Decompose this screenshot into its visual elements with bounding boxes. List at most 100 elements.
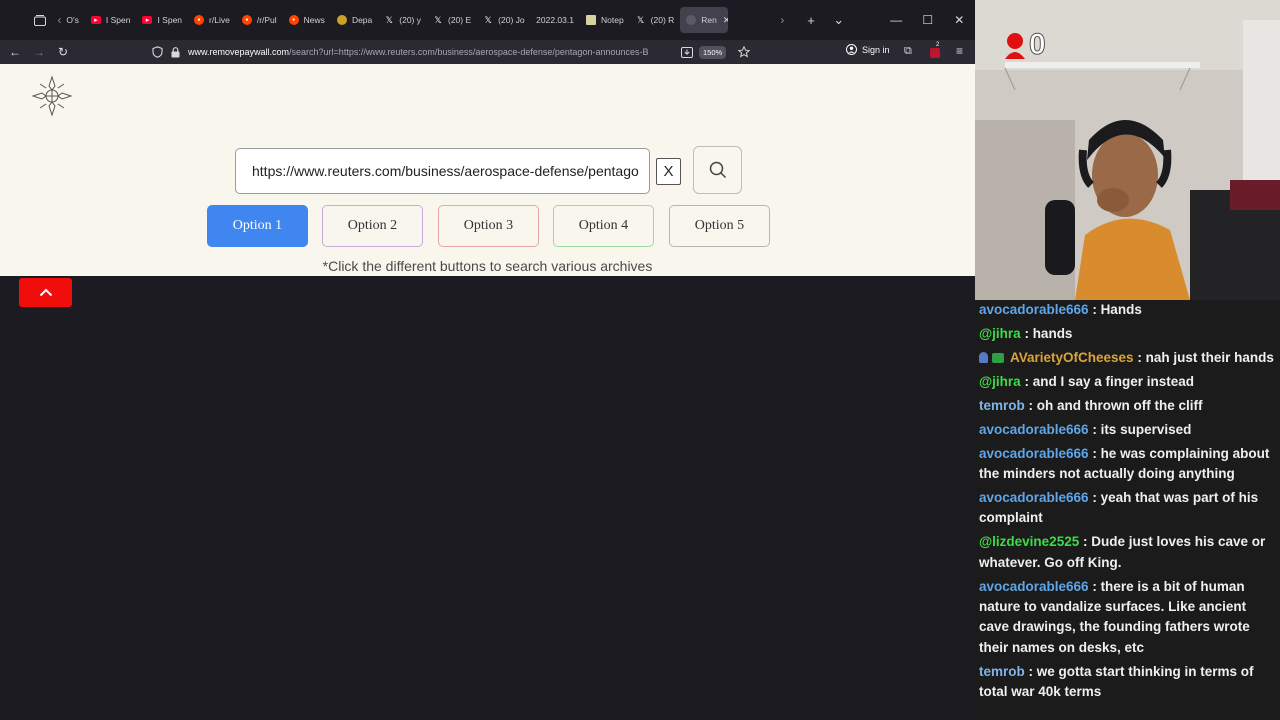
- tab-label: Ren: [701, 15, 717, 25]
- chat-username[interactable]: temrob: [979, 398, 1025, 413]
- chat-username[interactable]: AVarietyOfCheeses: [1010, 350, 1134, 365]
- url-bar[interactable]: www.removepaywall.com/search?url=https:/…: [152, 40, 772, 64]
- browser-tab[interactable]: 𝕏 (20) Jo: [477, 7, 530, 33]
- minimize-icon[interactable]: —: [880, 13, 912, 27]
- tab-label: News: [303, 15, 325, 25]
- zoom-level[interactable]: 150%: [699, 45, 727, 59]
- tab-list-chevron-icon[interactable]: ⌄: [825, 12, 853, 28]
- tab-label: (20) Jo: [498, 15, 525, 25]
- chat-text: nah just their hands: [1145, 349, 1274, 365]
- menu-icon[interactable]: ≡: [956, 44, 963, 58]
- chat-separator: :: [1020, 325, 1033, 341]
- browser-tab[interactable]: ● r/Live: [188, 7, 236, 33]
- chat-username[interactable]: avocadorable666: [979, 579, 1089, 594]
- chat-message: temrob : we gotta start thinking in term…: [977, 662, 1278, 706]
- chat-text: Hands: [1100, 302, 1142, 317]
- close-window-icon[interactable]: ✕: [943, 13, 975, 27]
- globe-icon: [686, 15, 697, 25]
- browser-tab[interactable]: ▸ I Spen: [136, 7, 188, 33]
- bookmark-star-icon[interactable]: [738, 46, 751, 58]
- reload-icon[interactable]: ↻: [51, 45, 75, 59]
- clear-button[interactable]: X: [656, 158, 681, 185]
- tab-label: 2022.03.1: [536, 15, 574, 25]
- chat-text: and I say a finger instead: [1032, 373, 1194, 389]
- browser-tab[interactable]: Ren ✕: [680, 7, 729, 33]
- new-tab-icon[interactable]: +: [797, 13, 825, 28]
- reddit-icon: ●: [241, 15, 252, 25]
- browser-tab[interactable]: 𝕏 (20) E: [427, 7, 477, 33]
- chat-username[interactable]: @jihra: [979, 326, 1021, 341]
- tab-label: r/Live: [209, 15, 230, 25]
- option-2-button[interactable]: Option 2: [322, 205, 423, 247]
- search-input[interactable]: [252, 163, 639, 179]
- browser-tab[interactable]: ▸ I Spen: [85, 7, 137, 33]
- tab-scroll-left-icon[interactable]: ‹: [53, 13, 67, 27]
- chat-message: avocadorable666 : its supervised: [977, 420, 1278, 444]
- close-tab-icon[interactable]: ✕: [723, 15, 728, 26]
- chat-separator: :: [1088, 490, 1101, 506]
- sign-in-label: Sign in: [862, 44, 890, 55]
- browser-tab[interactable]: ● News: [283, 7, 331, 33]
- chat-message: @jihra : and I say a finger instead: [977, 372, 1278, 396]
- back-icon[interactable]: ←: [3, 45, 27, 59]
- x-icon: 𝕏: [385, 14, 393, 25]
- chat-message: temrob : oh and thrown off the cliff: [977, 396, 1278, 420]
- browser-tab[interactable]: 2022.03.1: [530, 7, 580, 33]
- chat-message: @jihra : hands: [977, 324, 1278, 348]
- option-3-button[interactable]: Option 3: [438, 205, 539, 247]
- url-text[interactable]: www.removepaywall.com/search?url=https:/…: [188, 47, 673, 57]
- addon-icon[interactable]: 2: [930, 42, 942, 58]
- chat-text: hands: [1032, 325, 1073, 341]
- note-icon: [585, 15, 596, 25]
- chat-separator: :: [1024, 663, 1037, 679]
- tab-strip: O's ▸ I Spen ▸ I Spen ● r/Live ● /r/Pul ● News Depa…: [66, 7, 775, 33]
- tab-label: Notep: [600, 15, 624, 25]
- tab-bar: ‹ O's ▸ I Spen ▸ I Spen ● r/Live ● /r/Pul ● News De…: [0, 0, 975, 40]
- browser-tab[interactable]: Depa: [331, 7, 378, 33]
- scroll-to-top-button[interactable]: [19, 278, 72, 307]
- chat-panel: avocadorable666 : Hands @jihra : hands AVa…: [975, 300, 1280, 720]
- browser-tab[interactable]: 𝕏 (20) R: [630, 7, 681, 33]
- tab-scroll-right-icon[interactable]: ›: [776, 13, 790, 27]
- save-page-icon[interactable]: [681, 46, 693, 58]
- chat-text: its supervised: [1100, 421, 1192, 437]
- youtube-icon: ▸: [90, 16, 101, 24]
- search-field[interactable]: [235, 148, 650, 194]
- chat-username[interactable]: avocadorable666: [979, 302, 1089, 317]
- chat-username[interactable]: avocadorable666: [979, 446, 1089, 461]
- browser-tab[interactable]: O's: [66, 7, 84, 33]
- chat-username[interactable]: @jihra: [979, 374, 1021, 389]
- chat-message: avocadorable666 : yeah that was part of …: [977, 488, 1278, 532]
- option-1-button[interactable]: Option 1: [207, 205, 308, 247]
- forward-icon[interactable]: →: [27, 45, 51, 59]
- tab-label: Depa: [351, 15, 373, 25]
- search-button[interactable]: [693, 146, 742, 194]
- browser-tab[interactable]: ● /r/Pul: [236, 7, 283, 33]
- chat-username[interactable]: avocadorable666: [979, 490, 1089, 505]
- extensions-icon[interactable]: ⧉: [904, 45, 912, 58]
- tab-manager-icon[interactable]: [27, 7, 53, 33]
- option-5-button[interactable]: Option 5: [669, 205, 770, 247]
- chat-username[interactable]: temrob: [979, 664, 1025, 679]
- option-4-button[interactable]: Option 4: [553, 205, 654, 247]
- chat-username[interactable]: avocadorable666: [979, 422, 1089, 437]
- lock-icon[interactable]: [171, 46, 180, 58]
- tab-label: I Spen: [105, 15, 131, 25]
- chat-username[interactable]: @lizdevine2525: [979, 534, 1079, 549]
- sign-in-button[interactable]: Sign in: [846, 44, 890, 55]
- chat-message: avocadorable666 : he was complaining abo…: [977, 444, 1278, 488]
- shield-icon[interactable]: [152, 46, 163, 58]
- tab-label: I Spen: [157, 15, 183, 25]
- browser-tab[interactable]: 𝕏 (20) y: [378, 7, 427, 33]
- page-content: X Option 1 Option 2 Option 3 Option 4 Op…: [0, 64, 975, 276]
- browser-tab[interactable]: Notep: [580, 7, 630, 33]
- tab-label: /r/Pul: [256, 15, 277, 25]
- x-icon: 𝕏: [434, 14, 442, 25]
- browser-window: ‹ O's ▸ I Spen ▸ I Spen ● r/Live ● /r/Pul ● News De…: [0, 0, 975, 720]
- maximize-icon[interactable]: ☐: [912, 13, 944, 27]
- site-logo-icon[interactable]: [30, 74, 74, 118]
- chevron-up-icon: [39, 288, 52, 297]
- hint-text: *Click the different buttons to search v…: [322, 258, 653, 274]
- chat-separator: :: [1133, 349, 1146, 365]
- chat-text: oh and thrown off the cliff: [1036, 397, 1203, 413]
